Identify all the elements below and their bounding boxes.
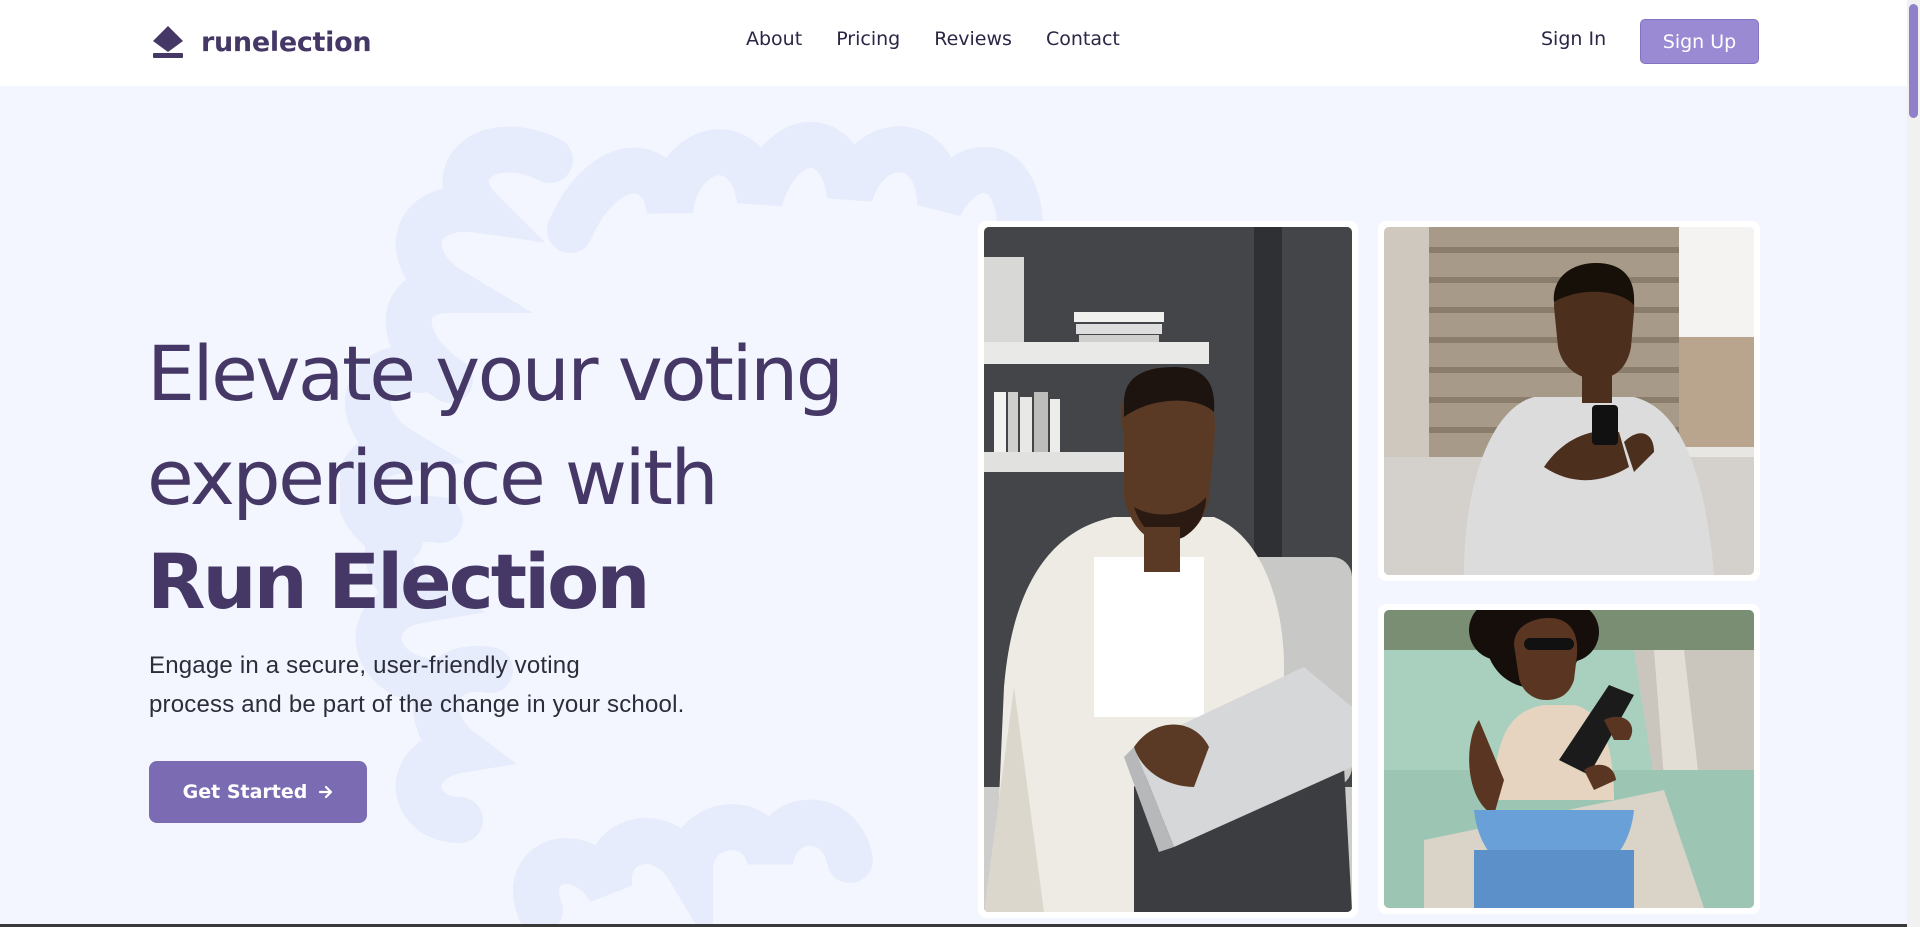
photo-card-laptop [978, 221, 1358, 918]
man-with-phone-photo [1384, 227, 1754, 575]
hero-subtitle: Engage in a secure, user-friendly voting… [149, 646, 789, 724]
hero-subtitle-line-1: Engage in a secure, user-friendly voting [149, 652, 580, 679]
man-with-laptop-photo [984, 227, 1352, 912]
hero-title-line-1: Elevate your voting [147, 329, 844, 418]
hero-title-brand: Run Election [147, 537, 650, 626]
arrow-right-icon [319, 785, 333, 799]
hero-title: Elevate your voting experience with Run … [147, 322, 927, 634]
page-scrollbar[interactable] [1907, 0, 1920, 927]
sign-in-link[interactable]: Sign In [1541, 28, 1606, 50]
nav-link-reviews[interactable]: Reviews [934, 28, 1012, 50]
nav-link-about[interactable]: About [746, 28, 802, 50]
get-started-button[interactable]: Get Started [149, 761, 367, 823]
get-started-label: Get Started [182, 781, 308, 803]
sign-up-button[interactable]: Sign Up [1640, 19, 1759, 64]
main-nav: About Pricing Reviews Contact [746, 28, 1120, 50]
nav-link-contact[interactable]: Contact [1046, 28, 1120, 50]
landing-page: runelection About Pricing Reviews Contac… [0, 0, 1920, 927]
site-header: runelection About Pricing Reviews Contac… [0, 0, 1907, 86]
hero-title-line-2: experience with [147, 433, 719, 522]
scrollbar-thumb[interactable] [1909, 4, 1918, 118]
photo-card-phone [1378, 221, 1760, 581]
woman-with-tablet-photo [1384, 592, 1754, 908]
brand-logo-icon [153, 26, 183, 58]
brand-name: runelection [201, 26, 372, 58]
hero-subtitle-line-2: process and be part of the change in you… [149, 691, 685, 718]
photo-card-tablet [1378, 592, 1760, 914]
nav-link-pricing[interactable]: Pricing [836, 28, 900, 50]
brand-logo[interactable]: runelection [149, 22, 372, 62]
